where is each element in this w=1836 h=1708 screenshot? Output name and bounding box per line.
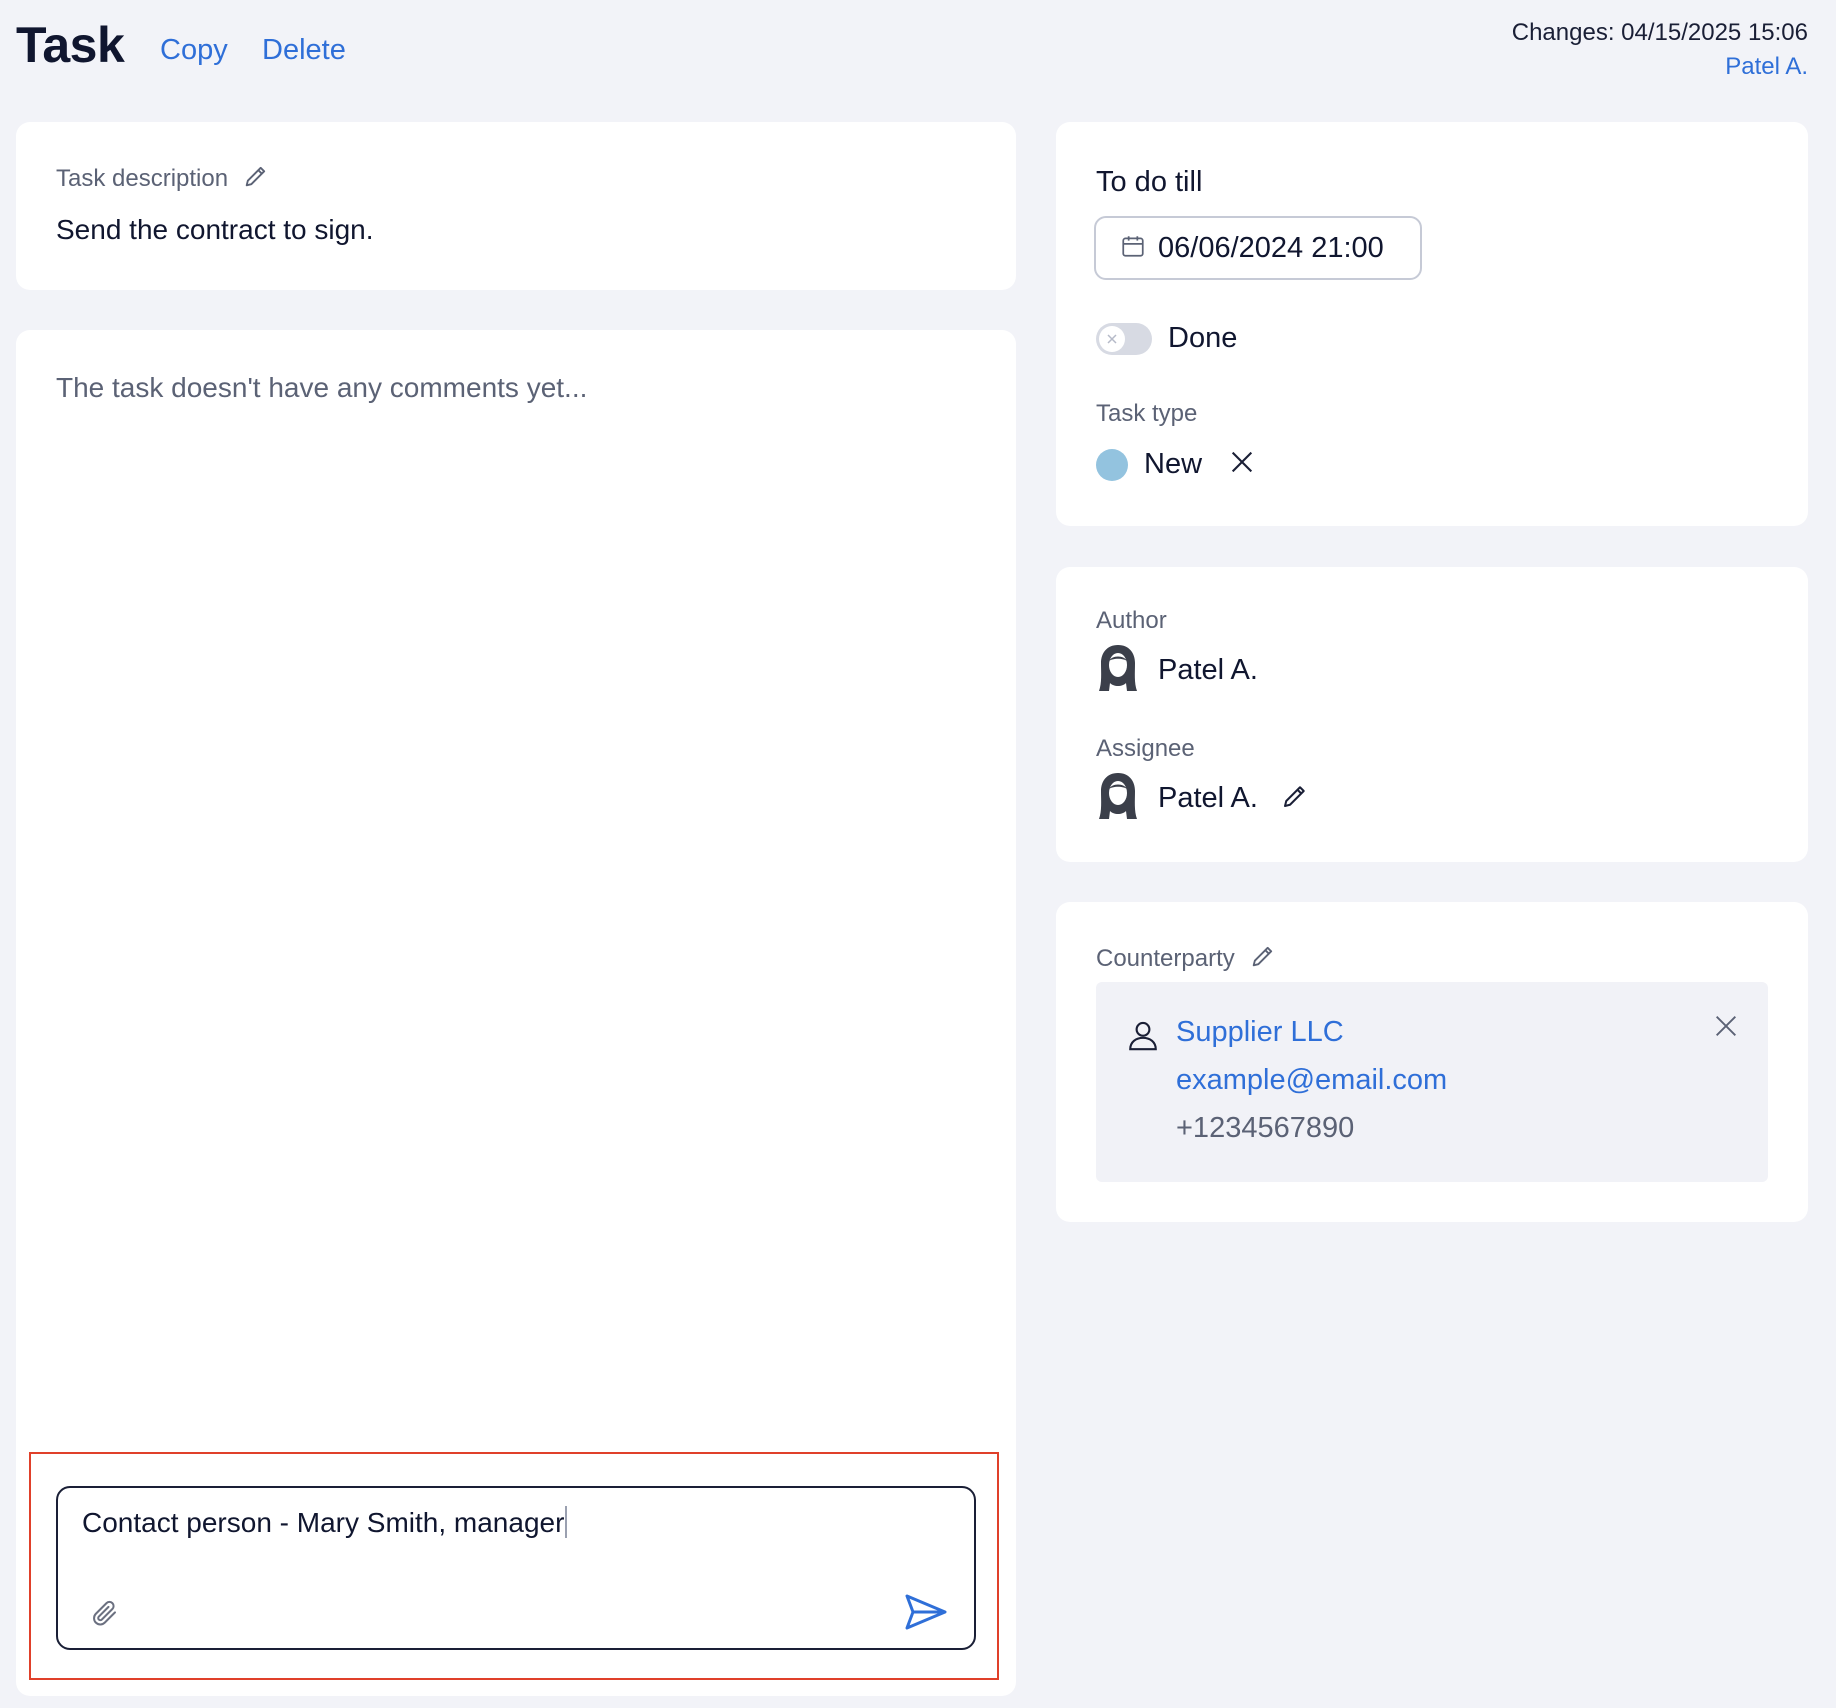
paperclip-icon[interactable] <box>90 1598 120 1633</box>
comment-input-text[interactable]: Contact person - Mary Smith, manager <box>82 1507 564 1538</box>
due-date-field[interactable]: 06/06/2024 21:00 <box>1094 216 1422 280</box>
task-type-color-dot <box>1096 448 1128 481</box>
avatar-icon <box>1096 643 1140 698</box>
copy-button[interactable]: Copy <box>160 34 228 67</box>
text-caret <box>565 1506 568 1538</box>
task-description-label: Task description <box>56 164 229 192</box>
calendar-icon <box>1120 233 1146 264</box>
comment-input[interactable]: Contact person - Mary Smith, manager <box>56 1486 976 1650</box>
counterparty-name-link[interactable]: Supplier LLC <box>1176 1016 1344 1049</box>
header: Task Copy Delete Changes: 04/15/2025 15:… <box>0 0 1836 110</box>
close-icon[interactable] <box>1228 448 1256 481</box>
counterparty-label: Counterparty <box>1096 944 1235 972</box>
done-label: Done <box>1168 322 1238 354</box>
counterparty-phone: +1234567890 <box>1176 1112 1355 1144</box>
pencil-icon[interactable] <box>242 162 270 195</box>
done-toggle[interactable] <box>1096 322 1152 355</box>
task-type-value: New <box>1144 448 1203 480</box>
author-label: Author <box>1096 607 1167 634</box>
delete-button[interactable]: Delete <box>262 34 346 67</box>
todo-till-label: To do till <box>1096 166 1203 198</box>
changes-timestamp: Changes: 04/15/2025 15:06 <box>1511 19 1808 46</box>
toggle-knob <box>1099 325 1125 352</box>
no-comments-placeholder: The task doesn't have any comments yet..… <box>56 372 588 403</box>
task-description-text: Send the contract to sign. <box>56 214 374 245</box>
counterparty-card: Counterparty Supplier LLC example@email.… <box>1056 902 1808 1222</box>
due-date-value: 06/06/2024 21:00 <box>1158 231 1384 264</box>
counterparty-email-link[interactable]: example@email.com <box>1176 1064 1447 1097</box>
assignee-label: Assignee <box>1096 735 1195 762</box>
changes-info: Changes: 04/15/2025 15:06 Patel A. <box>1512 16 1808 84</box>
close-icon[interactable] <box>1712 1012 1740 1045</box>
pencil-icon[interactable] <box>1249 942 1277 975</box>
user-icon <box>1126 1018 1160 1057</box>
author-name: Patel A. <box>1158 654 1258 686</box>
counterparty-details: Supplier LLC example@email.com +12345678… <box>1096 982 1768 1182</box>
comments-card: The task doesn't have any comments yet..… <box>16 330 1016 1696</box>
deadline-card: To do till 06/06/2024 21:00 Done Task ty… <box>1056 122 1808 526</box>
task-type-label: Task type <box>1096 400 1198 427</box>
page-title: Task <box>16 17 125 73</box>
avatar-icon <box>1096 771 1140 826</box>
task-description-card: Task description Send the contract to si… <box>16 122 1016 290</box>
assignee-name: Patel A. <box>1158 782 1258 814</box>
people-card: Author Patel A. Assignee Patel A. <box>1056 567 1808 862</box>
send-icon[interactable] <box>904 1592 948 1637</box>
pencil-icon[interactable] <box>1280 781 1310 816</box>
changed-by-link[interactable]: Patel A. <box>1512 50 1808 84</box>
